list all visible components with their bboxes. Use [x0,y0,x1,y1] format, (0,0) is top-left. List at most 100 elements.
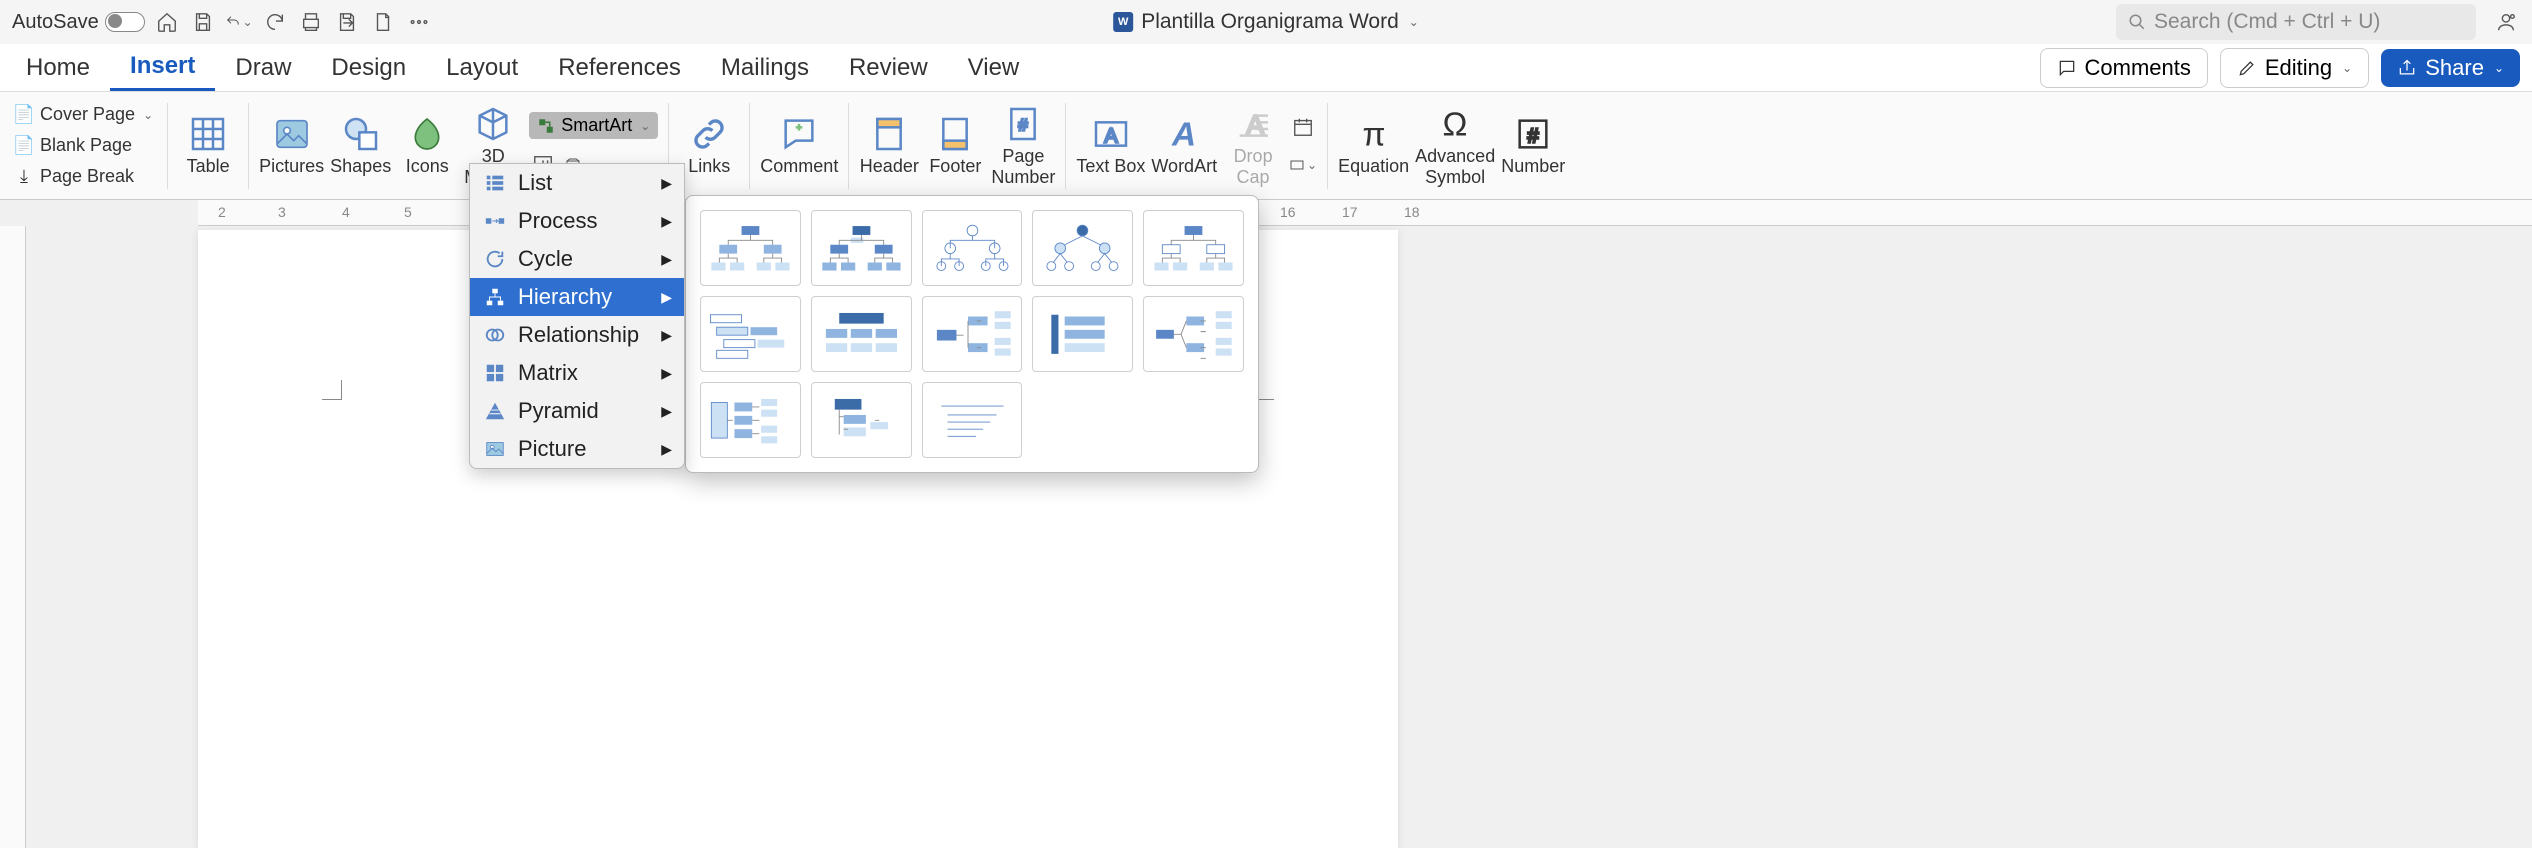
tab-review[interactable]: Review [829,46,948,90]
toggle-switch-icon[interactable] [105,12,145,32]
tab-draw[interactable]: Draw [215,46,311,90]
page-number-button[interactable]: # Page Number [991,104,1055,188]
hierarchy-thumb-9[interactable] [1032,296,1133,372]
dd-picture[interactable]: Picture▶ [470,430,684,468]
hierarchy-thumb-2[interactable] [811,210,912,286]
hierarchy-thumb-3[interactable] [922,210,1023,286]
wordart-button[interactable]: A WordArt [1151,114,1217,177]
header-button[interactable]: Header [859,114,919,177]
word-app-icon: W [1113,12,1133,32]
text-box-button[interactable]: A Text Box [1076,114,1145,177]
home-icon[interactable] [153,8,181,36]
smartart-icon [537,117,555,135]
matrix-icon [484,362,506,384]
undo-icon[interactable]: ⌄ [225,8,253,36]
cover-page-icon: 📄 [14,105,34,125]
equation-button[interactable]: π Equation [1338,114,1409,177]
hierarchy-thumb-12[interactable] [811,382,912,458]
link-icon [689,114,729,154]
number-label: Number [1501,156,1565,177]
hierarchy-thumb-8[interactable] [922,296,1023,372]
hierarchy-thumb-5[interactable] [1143,210,1244,286]
page-number-label: Page Number [991,146,1055,188]
links-button[interactable]: Links [679,114,739,177]
search-input[interactable]: Search (Cmd + Ctrl + U) [2116,4,2476,40]
symbol-button[interactable]: Ω Advanced Symbol [1415,104,1495,188]
tab-layout[interactable]: Layout [426,46,538,90]
text-box-label: Text Box [1076,156,1145,177]
page-break-button[interactable]: ⤓Page Break [10,164,157,189]
dd-process[interactable]: Process▶ [470,202,684,240]
dd-list[interactable]: List▶ [470,164,684,202]
hierarchy-thumb-4[interactable] [1032,210,1133,286]
dd-pyramid-label: Pyramid [518,398,599,424]
footer-button[interactable]: Footer [925,114,985,177]
hierarchy-thumb-11[interactable] [700,382,801,458]
share-button[interactable]: Share ⌄ [2381,49,2520,87]
tab-design[interactable]: Design [311,46,426,90]
new-doc-icon[interactable] [369,8,397,36]
pictures-button[interactable]: Pictures [259,114,324,177]
ribbon-actions: Comments Editing ⌄ Share ⌄ [2040,48,2520,88]
process-icon [484,210,506,232]
blank-page-button[interactable]: 📄Blank Page [10,133,157,158]
cover-page-button[interactable]: 📄Cover Page⌄ [10,102,157,127]
comment-icon [2057,58,2077,78]
print-icon[interactable] [297,8,325,36]
more-icon[interactable] [405,8,433,36]
shapes-button[interactable]: Shapes [330,114,391,177]
dd-matrix[interactable]: Matrix▶ [470,354,684,392]
dd-hierarchy[interactable]: Hierarchy▶ [470,278,684,316]
hierarchy-thumb-13[interactable] [922,382,1023,458]
comment-button[interactable]: Comment [760,114,838,177]
tab-insert[interactable]: Insert [110,44,215,91]
document-title[interactable]: W Plantilla Organigrama Word ⌄ [1113,10,1419,34]
search-placeholder: Search (Cmd + Ctrl + U) [2154,10,2380,34]
icons-button[interactable]: Icons [397,114,457,177]
cycle-icon [484,248,506,270]
share-icon [2397,58,2417,78]
hierarchy-thumb-10[interactable] [1143,296,1244,372]
dd-pyramid[interactable]: Pyramid▶ [470,392,684,430]
comments-button[interactable]: Comments [2040,48,2208,88]
save-as-icon[interactable] [333,8,361,36]
tab-home[interactable]: Home [6,46,110,90]
hierarchy-thumb-6[interactable] [700,296,801,372]
dd-cycle[interactable]: Cycle▶ [470,240,684,278]
document-area: 2 3 4 5 6 7 8 9 10 11 12 13 14 15 16 17 … [0,200,2532,848]
number-icon: # [1513,114,1553,154]
dd-cycle-label: Cycle [518,246,573,272]
chevron-down-icon: ⌄ [2342,61,2352,75]
dd-matrix-label: Matrix [518,360,578,386]
autosave-label: AutoSave [12,11,99,34]
object-button[interactable]: ⌄ [1289,151,1317,179]
page-break-icon: ⤓ [14,167,34,187]
vertical-ruler[interactable] [0,226,26,848]
pictures-icon [272,114,312,154]
ruler-tick: 5 [404,204,412,220]
smartart-button[interactable]: SmartArt ⌄ [529,112,658,139]
share-label: Share [2425,55,2484,81]
shapes-icon [341,114,381,154]
account-icon[interactable] [2492,8,2520,36]
blank-page-label: Blank Page [40,135,132,156]
hierarchy-thumb-7[interactable] [811,296,912,372]
redo-icon[interactable] [261,8,289,36]
date-time-button[interactable] [1289,113,1317,141]
dd-relationship[interactable]: Relationship▶ [470,316,684,354]
comments-label: Comments [2085,55,2191,81]
tab-references[interactable]: References [538,46,701,90]
autosave-toggle[interactable]: AutoSave [12,11,145,34]
hierarchy-thumb-1[interactable] [700,210,801,286]
hierarchy-icon [484,286,506,308]
tab-mailings[interactable]: Mailings [701,46,829,90]
symbol-icon: Ω [1435,104,1475,144]
editing-button[interactable]: Editing ⌄ [2220,48,2369,88]
number-button[interactable]: # Number [1501,114,1565,177]
symbol-label: Advanced Symbol [1415,146,1495,188]
dd-process-label: Process [518,208,597,234]
save-icon[interactable] [189,8,217,36]
dd-relationship-label: Relationship [518,322,639,348]
table-button[interactable]: Table [178,114,238,177]
tab-view[interactable]: View [948,46,1040,90]
